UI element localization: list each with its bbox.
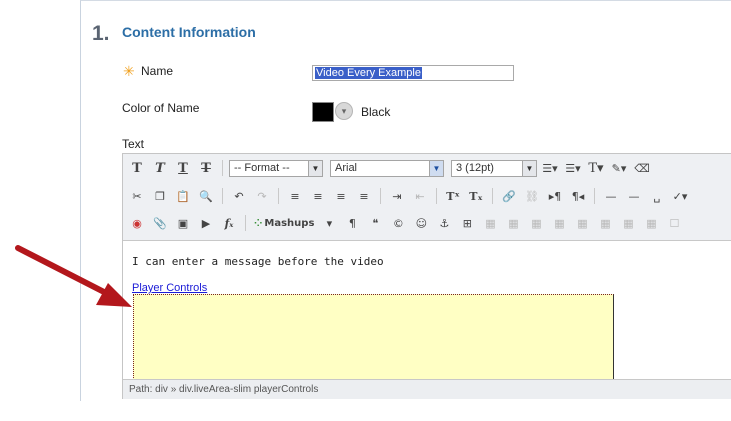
justify-icon[interactable]: ≡: [354, 187, 374, 205]
font-select[interactable]: Arial ▼: [330, 159, 444, 177]
strikethrough-icon[interactable]: T: [196, 159, 216, 177]
path-label: Path:: [129, 384, 153, 395]
editor-toolbar: T T T T -- Format -- ▼ Arial ▼ 3 (12pt) ▼ ☰…: [123, 154, 731, 241]
copy-icon[interactable]: ❐: [150, 187, 170, 205]
path-bar: Path: div » div.liveArea-slim playerCont…: [123, 379, 731, 399]
size-select[interactable]: 3 (12pt) ▼: [451, 159, 537, 177]
mashups-button[interactable]: ⁘ Mashups: [252, 214, 316, 232]
step-number: 1.: [92, 22, 110, 45]
format-select[interactable]: -- Format -- ▼: [229, 159, 323, 177]
table-delete-col-icon[interactable]: ▦: [595, 214, 615, 232]
emoticon-icon[interactable]: ☺: [411, 214, 431, 232]
table-row-props-icon[interactable]: ▦: [480, 214, 500, 232]
link-icon[interactable]: 🔗: [499, 187, 519, 205]
record-icon[interactable]: ◉: [127, 214, 147, 232]
color-swatch[interactable]: [312, 102, 334, 122]
chevron-down-icon[interactable]: ▾: [319, 214, 339, 232]
color-picker-chevron-icon[interactable]: ▾: [335, 102, 353, 120]
mashups-icon: ⁘: [254, 217, 263, 229]
toolbar-divider: [222, 160, 223, 176]
numbered-list-icon[interactable]: ☰▾: [563, 159, 583, 177]
chevron-down-icon: ▼: [429, 160, 443, 176]
editor-content-area[interactable]: I can enter a message before the video P…: [123, 241, 731, 380]
table-cell-props-icon[interactable]: ▦: [503, 214, 523, 232]
section-title: Content Information: [122, 24, 256, 40]
superscript-icon[interactable]: Tˣ: [443, 187, 463, 205]
table-props-icon[interactable]: ☐: [664, 214, 684, 232]
bullet-list-icon[interactable]: ☰▾: [540, 159, 560, 177]
text-editor: T T T T -- Format -- ▼ Arial ▼ 3 (12pt) ▼ ☰…: [122, 153, 731, 399]
insert-image-icon[interactable]: ▣: [173, 214, 193, 232]
chevron-down-icon: ▼: [308, 160, 322, 176]
outdent-icon[interactable]: ⇤: [410, 187, 430, 205]
math-editor-icon[interactable]: fₓ: [219, 214, 239, 232]
size-select-value: 3 (12pt): [456, 162, 494, 174]
undo-icon[interactable]: ↶: [229, 187, 249, 205]
toolbar-divider: [222, 188, 223, 204]
path-value: div » div.liveArea-slim playerControls: [155, 384, 319, 395]
toolbar-divider: [492, 188, 493, 204]
insert-table-icon[interactable]: ⊞: [457, 214, 477, 232]
italic-icon[interactable]: T: [150, 159, 170, 177]
paragraph-icon[interactable]: ¶: [342, 214, 362, 232]
eraser-icon[interactable]: ⌫: [632, 159, 652, 177]
bold-icon[interactable]: T: [127, 159, 147, 177]
blockquote-icon[interactable]: ❝: [365, 214, 385, 232]
nonbreaking-rule-icon[interactable]: —: [624, 187, 644, 205]
insert-media-icon[interactable]: ▶: [196, 214, 216, 232]
paste-icon[interactable]: 📋: [173, 187, 193, 205]
indent-icon[interactable]: ⇥: [387, 187, 407, 205]
table-delete-row-icon[interactable]: ▦: [549, 214, 569, 232]
horizontal-rule-icon[interactable]: —: [601, 187, 621, 205]
table-insert-row-icon[interactable]: ▦: [526, 214, 546, 232]
underline-icon[interactable]: T: [173, 159, 193, 177]
text-label: Text: [122, 137, 145, 151]
color-label: Color of Name: [122, 101, 200, 115]
toolbar-divider: [594, 188, 595, 204]
unlink-icon[interactable]: ⛓: [522, 187, 542, 205]
player-controls-area[interactable]: [133, 294, 614, 380]
toolbar-divider: [436, 188, 437, 204]
nonbreaking-space-icon[interactable]: ␣: [647, 187, 667, 205]
font-select-value: Arial: [335, 162, 358, 174]
toolbar-divider: [278, 188, 279, 204]
format-select-value: -- Format --: [234, 162, 290, 174]
message-text: I can enter a message before the video: [132, 255, 384, 268]
redo-icon[interactable]: ↷: [252, 187, 272, 205]
special-character-icon[interactable]: ©: [388, 214, 408, 232]
find-icon[interactable]: 🔍: [196, 187, 216, 205]
anchor-icon[interactable]: ⚓: [434, 214, 454, 232]
chevron-down-icon: ▼: [522, 160, 536, 176]
toolbar-divider: [380, 188, 381, 204]
name-field-value: Video Every Example: [315, 67, 422, 79]
player-controls-link[interactable]: Player Controls: [132, 282, 207, 294]
mashups-label: Mashups: [264, 217, 315, 229]
highlight-icon[interactable]: ✎▾: [609, 159, 629, 177]
color-value-text: Black: [361, 105, 391, 119]
align-left-icon[interactable]: ≡: [285, 187, 305, 205]
table-merge-icon[interactable]: ▦: [641, 214, 661, 232]
text-color-icon[interactable]: T▾: [586, 159, 606, 177]
name-label: Name: [141, 64, 174, 78]
subscript-icon[interactable]: Tₓ: [466, 187, 486, 205]
ltr-icon[interactable]: ▸¶: [545, 187, 565, 205]
attach-file-icon[interactable]: 📎: [150, 214, 170, 232]
required-icon: ✳: [123, 63, 135, 79]
table-insert-col-icon[interactable]: ▦: [572, 214, 592, 232]
spellcheck-icon[interactable]: ✓▾: [670, 187, 690, 205]
table-split-icon[interactable]: ▦: [618, 214, 638, 232]
name-field[interactable]: Video Every Example: [312, 65, 514, 81]
align-center-icon[interactable]: ≡: [308, 187, 328, 205]
toolbar-divider: [245, 215, 246, 231]
cut-icon[interactable]: ✂: [127, 187, 147, 205]
rtl-icon[interactable]: ¶◂: [568, 187, 588, 205]
align-right-icon[interactable]: ≡: [331, 187, 351, 205]
